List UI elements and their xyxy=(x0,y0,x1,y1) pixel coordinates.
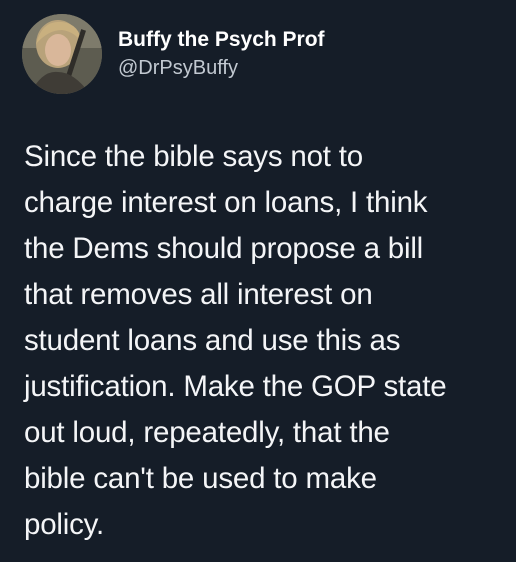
avatar-image xyxy=(22,14,102,94)
tweet-text-line: the Dems should propose a bill xyxy=(24,232,424,265)
tweet-text: Since the bible says not to charge inter… xyxy=(24,134,504,548)
tweet-text-line: charge interest on loans, I think xyxy=(24,186,428,219)
tweet-text-line: student loans and use this as xyxy=(24,324,401,357)
tweet-header: Buffy the Psych Prof @DrPsyBuffy xyxy=(22,14,325,94)
tweet-text-line: policy. xyxy=(24,508,105,541)
author-names: Buffy the Psych Prof @DrPsyBuffy xyxy=(118,27,325,81)
tweet-card: Buffy the Psych Prof @DrPsyBuffy Since t… xyxy=(0,0,516,562)
tweet-text-line: Since the bible says not to xyxy=(24,140,363,173)
avatar[interactable] xyxy=(22,14,102,94)
display-name[interactable]: Buffy the Psych Prof xyxy=(118,27,325,53)
author-handle[interactable]: @DrPsyBuffy xyxy=(118,55,325,81)
tweet-text-line: out loud, repeatedly, that the xyxy=(24,416,390,449)
tweet-text-line: that removes all interest on xyxy=(24,278,373,311)
tweet-text-line: justification. Make the GOP state xyxy=(24,370,447,403)
tweet-text-line: bible can't be used to make xyxy=(24,462,377,495)
